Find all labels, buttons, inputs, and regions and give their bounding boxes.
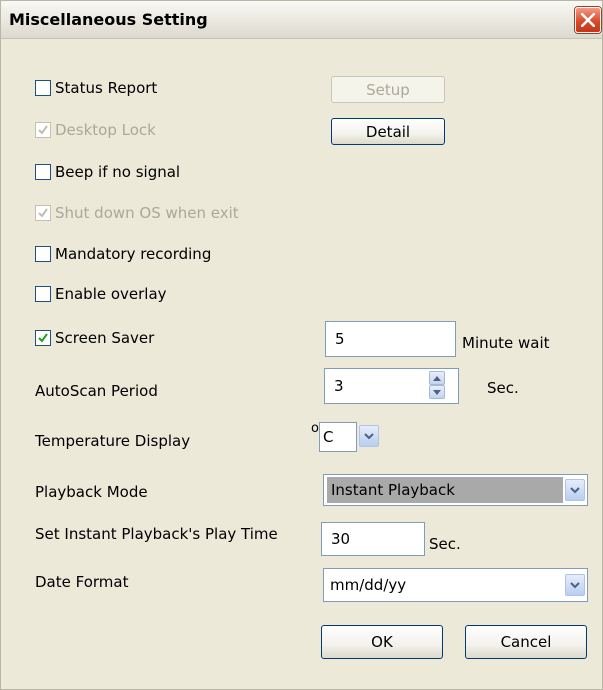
autoscan-value: 3	[334, 377, 344, 395]
enable-overlay-label: Enable overlay	[55, 285, 167, 303]
spin-up-icon	[433, 375, 441, 381]
chevron-down-icon	[570, 486, 580, 493]
playback-mode-dropdown-button[interactable]	[565, 479, 585, 501]
instant-playback-unit: Sec.	[429, 535, 461, 553]
playback-mode-label: Playback Mode	[35, 483, 148, 501]
shutdown-os-row: Shut down OS when exit	[35, 202, 239, 224]
playback-mode-select[interactable]: Instant Playback	[323, 474, 588, 506]
checkmark-icon	[38, 208, 48, 218]
temperature-label: Temperature Display	[35, 432, 191, 450]
autoscan-label: AutoScan Period	[35, 382, 158, 400]
dialog-title: Miscellaneous Setting	[9, 10, 208, 29]
shutdown-os-checkbox[interactable]	[35, 205, 51, 221]
status-report-checkbox[interactable]	[35, 80, 51, 96]
screen-saver-label: Screen Saver	[55, 329, 155, 347]
checkmark-icon	[38, 125, 48, 135]
playback-mode-value: Instant Playback	[331, 481, 455, 499]
enable-overlay-row: Enable overlay	[35, 283, 167, 305]
screen-saver-checkbox[interactable]	[35, 330, 51, 346]
desktop-lock-label: Desktop Lock	[55, 121, 156, 139]
instant-playback-time-input[interactable]: 30	[321, 522, 425, 556]
checkmark-icon	[38, 333, 48, 343]
ok-button[interactable]: OK	[321, 625, 443, 659]
close-button[interactable]	[575, 7, 601, 33]
spin-up-button[interactable]	[429, 371, 445, 385]
beep-label: Beep if no signal	[55, 163, 181, 181]
close-icon	[581, 13, 595, 27]
spin-down-button[interactable]	[429, 385, 445, 399]
mandatory-recording-checkbox[interactable]	[35, 246, 51, 262]
beep-checkbox[interactable]	[35, 164, 51, 180]
temperature-dropdown-button[interactable]	[359, 425, 379, 447]
shutdown-os-label: Shut down OS when exit	[55, 204, 239, 222]
chevron-down-icon	[570, 581, 580, 588]
date-format-value: mm/dd/yy	[330, 576, 407, 594]
status-report-label: Status Report	[55, 79, 158, 97]
chevron-down-icon	[364, 432, 374, 439]
screen-saver-unit: Minute wait	[462, 334, 550, 352]
screen-saver-minutes-input[interactable]: 5	[325, 321, 456, 357]
mandatory-recording-label: Mandatory recording	[55, 245, 212, 263]
desktop-lock-checkbox[interactable]	[35, 122, 51, 138]
temperature-unit-select[interactable]: C	[319, 422, 357, 452]
beep-row: Beep if no signal	[35, 161, 180, 183]
setup-button[interactable]: Setup	[331, 76, 445, 103]
title-bar: Miscellaneous Setting	[1, 1, 602, 39]
instant-playback-time-label: Set Instant Playback's Play Time	[35, 525, 278, 543]
cancel-button[interactable]: Cancel	[465, 625, 587, 659]
desktop-lock-row: Desktop Lock	[35, 119, 156, 141]
date-format-select[interactable]: mm/dd/yy	[323, 568, 588, 602]
screen-saver-row: Screen Saver	[35, 327, 154, 349]
mandatory-recording-row: Mandatory recording	[35, 243, 211, 265]
detail-button[interactable]: Detail	[331, 118, 445, 145]
spin-down-icon	[433, 389, 441, 395]
date-format-label: Date Format	[35, 573, 129, 591]
playback-mode-value-highlight: Instant Playback	[327, 477, 563, 503]
autoscan-unit: Sec.	[487, 379, 519, 397]
misc-setting-dialog: Miscellaneous Setting Status Report Setu…	[0, 0, 603, 690]
status-report-row: Status Report	[35, 77, 157, 99]
enable-overlay-checkbox[interactable]	[35, 286, 51, 302]
temperature-unit-value: C	[323, 428, 334, 446]
date-format-dropdown-button[interactable]	[565, 574, 585, 596]
degree-symbol: o	[311, 421, 319, 436]
autoscan-spinner	[429, 371, 445, 399]
